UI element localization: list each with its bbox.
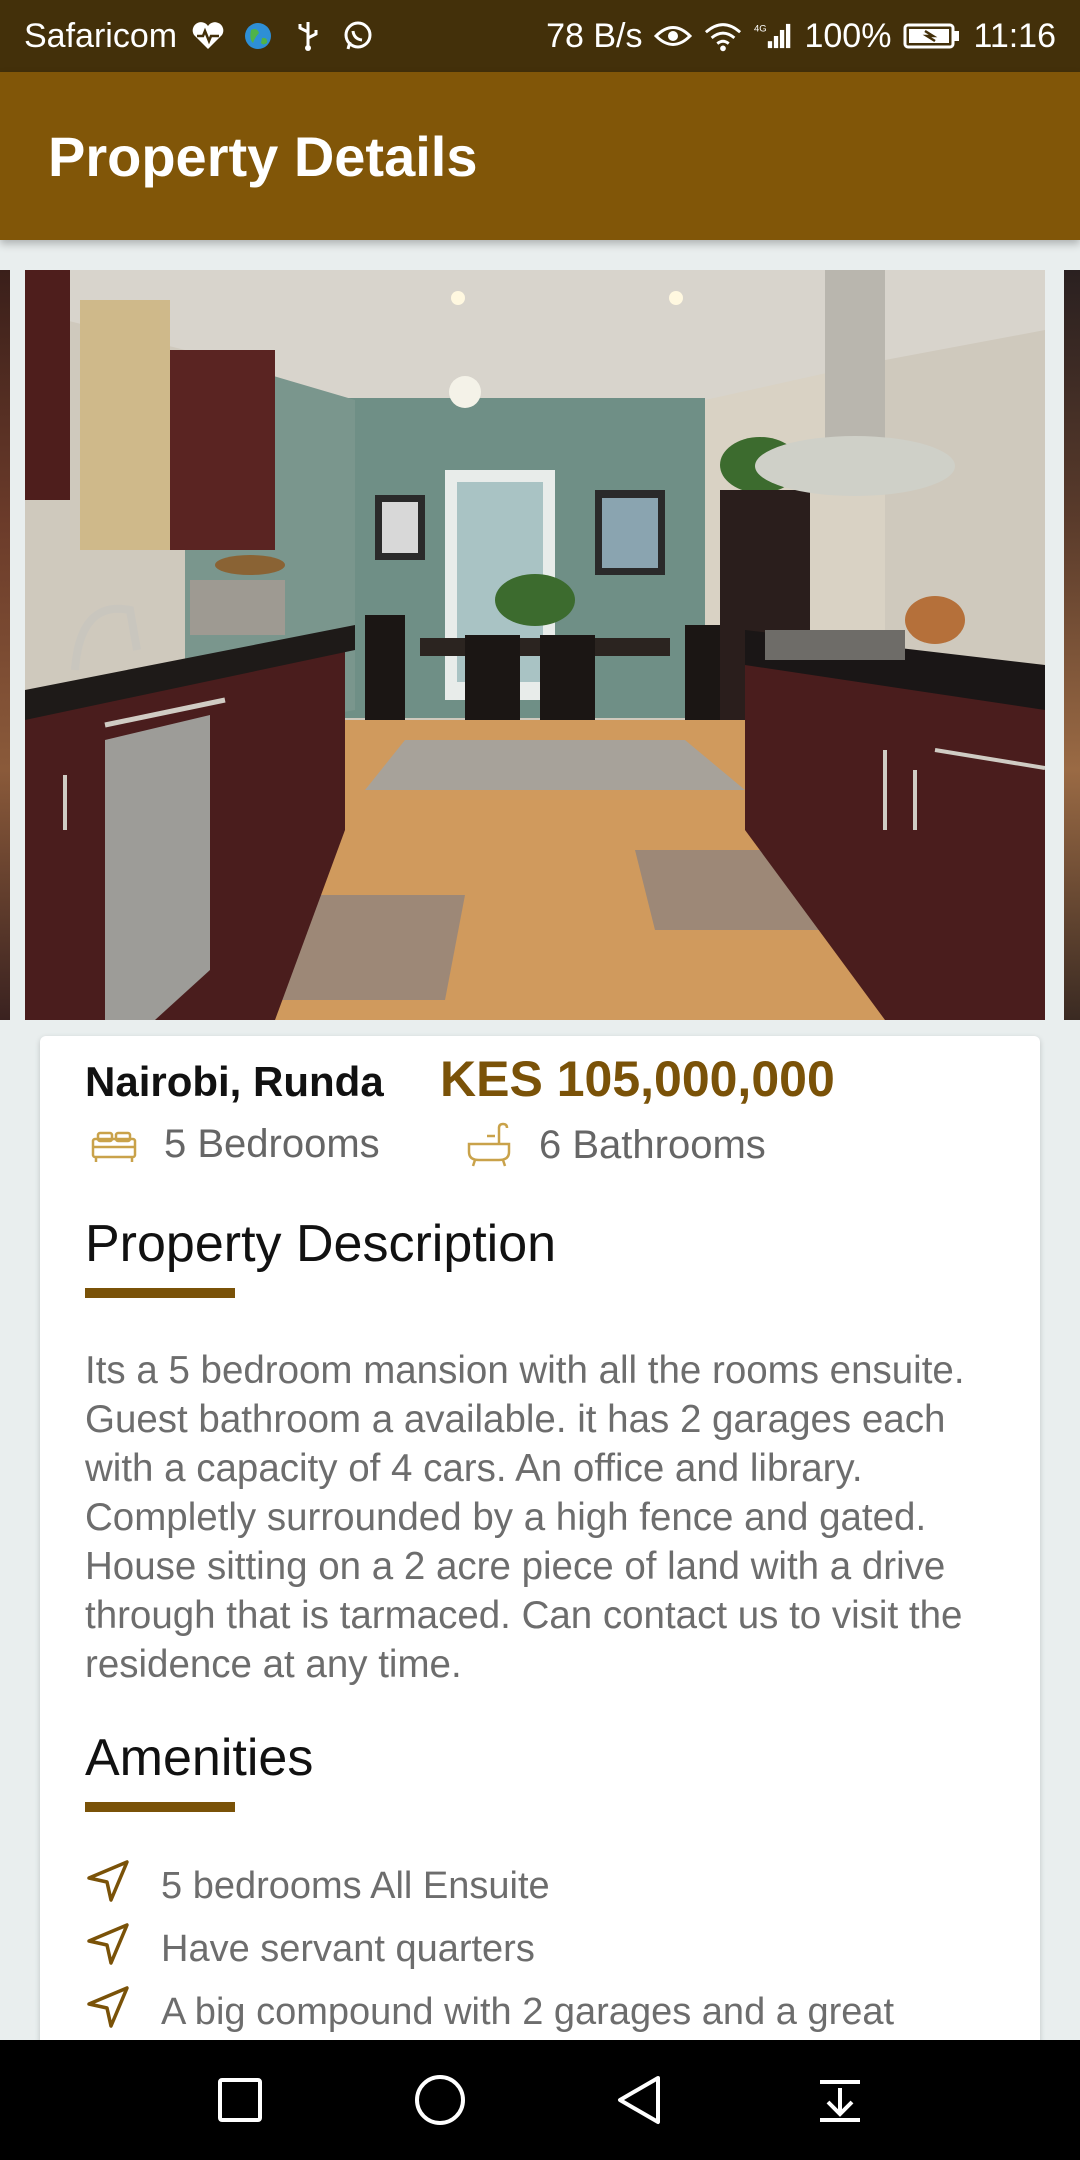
recent-apps-icon: [218, 2078, 262, 2122]
app-bar: Property Details: [0, 72, 1080, 240]
network-speed: 78 B/s: [546, 16, 643, 55]
navigation-arrow-icon: [85, 1858, 131, 1914]
kitchen-photo[interactable]: [25, 270, 1045, 1020]
page-title: Property Details: [48, 124, 478, 188]
eye-icon: [654, 17, 693, 55]
status-bar: Safaricom 78 B/s 4G 100% 11:16: [0, 0, 1080, 72]
previous-photo-peek[interactable]: [0, 270, 10, 1020]
usb-icon: [289, 17, 327, 55]
back-icon: [618, 2076, 660, 2124]
battery-percent: 100%: [804, 16, 892, 55]
property-card: Nairobi, Runda KES 105,000,000 5 Bedroom…: [40, 1036, 1040, 2160]
property-price: KES 105,000,000: [440, 1051, 835, 1107]
status-left: Safaricom: [24, 17, 377, 56]
system-nav-bar: [0, 2040, 1080, 2160]
amenity-item: Have servant quarters: [85, 1921, 535, 1977]
battery-icon: [903, 17, 961, 55]
bedrooms-count: 5 Bedrooms: [164, 1122, 380, 1166]
back-button[interactable]: [600, 2060, 680, 2140]
globe-icon: [239, 17, 277, 55]
property-location: Nairobi, Runda: [85, 1058, 384, 1105]
next-photo-peek[interactable]: [1064, 270, 1080, 1020]
bathrooms-feature: 6 Bathrooms: [465, 1122, 766, 1168]
amenity-text: A big compound with 2 garages and a grea…: [161, 1990, 895, 2033]
description-text: Its a 5 bedroom mansion with all the roo…: [85, 1349, 965, 1686]
home-button[interactable]: [400, 2060, 480, 2140]
amenities-title: Amenities: [85, 1729, 314, 1787]
heart-rate-icon: [189, 17, 227, 55]
whatsapp-icon: [339, 17, 377, 55]
amenity-item: A big compound with 2 garages and a grea…: [85, 1984, 894, 2040]
bathrooms-count: 6 Bathrooms: [539, 1122, 766, 1167]
clock: 11:16: [973, 16, 1056, 55]
status-right: 78 B/s 4G 100% 11:16: [546, 17, 1056, 56]
recent-apps-button[interactable]: [200, 2060, 280, 2140]
description-title-underline: [85, 1288, 235, 1298]
bed-icon: [90, 1125, 138, 1165]
home-icon: [415, 2075, 465, 2125]
navigation-arrow-icon: [85, 1921, 131, 1977]
notification-pull-button[interactable]: [800, 2060, 880, 2140]
photo-gallery[interactable]: [0, 270, 1080, 1020]
svg-text:4G: 4G: [754, 24, 767, 35]
carrier-name: Safaricom: [24, 16, 178, 55]
4g-signal-icon: 4G: [754, 17, 792, 55]
amenity-item: 5 bedrooms All Ensuite: [85, 1858, 550, 1914]
amenity-text: Have servant quarters: [161, 1927, 535, 1970]
description-title: Property Description: [85, 1215, 557, 1273]
wifi-icon: [704, 17, 742, 55]
bedrooms-feature: 5 Bedrooms: [90, 1122, 380, 1167]
notification-pull-icon: [820, 2080, 860, 2122]
bathtub-icon: [465, 1122, 513, 1168]
navigation-arrow-icon: [85, 1984, 131, 2040]
kitchen-photo-illustration: [25, 270, 1045, 1020]
amenity-text: 5 bedrooms All Ensuite: [161, 1864, 550, 1907]
amenities-title-underline: [85, 1802, 235, 1812]
